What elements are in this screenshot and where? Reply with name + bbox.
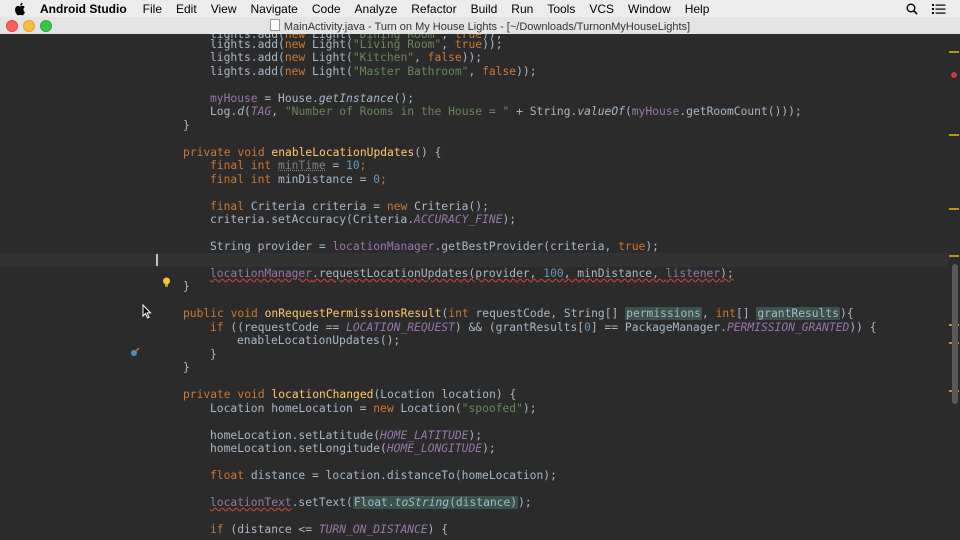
menu-bar: Android Studio File Edit View Navigate C… (0, 0, 960, 18)
menu-file[interactable]: File (143, 2, 162, 16)
code-line: Location homeLocation = new Location("sp… (210, 402, 537, 415)
code-line: criteria.setAccuracy(Criteria.ACCURACY_F… (210, 213, 517, 226)
current-line-highlight (0, 253, 960, 267)
code-editor[interactable]: lights.add(new Light("Dining Room", true… (0, 34, 960, 540)
code-line: homeLocation.setLatitude(HOME_LATITUDE); (210, 429, 483, 442)
code-line: final int minTime = 10; (210, 159, 367, 172)
code-line: locationManager.requestLocationUpdates(p… (210, 267, 734, 280)
code-line: if ((requestCode == LOCATION_REQUEST) &&… (210, 321, 877, 334)
code-line: if (distance <= TURN_ON_DISTANCE) { (210, 523, 449, 536)
code-line: } (183, 119, 190, 132)
code-line: lights.add(new Light("Master Bathroom", … (210, 65, 537, 78)
code-line: enableLocationUpdates(); (237, 334, 401, 347)
code-line: lights.add(new Light("Kitchen", false)); (210, 51, 483, 64)
menu-code[interactable]: Code (312, 2, 341, 16)
window-title: MainActivity.java - Turn on My House Lig… (0, 19, 960, 33)
code-line: private void enableLocationUpdates() { (183, 146, 442, 159)
window-title-bar: MainActivity.java - Turn on My House Lig… (0, 17, 960, 35)
warning-marker[interactable] (949, 134, 959, 136)
code-line: final Criteria criteria = new Criteria()… (210, 200, 489, 213)
code-line: String provider = locationManager.getBes… (210, 240, 659, 253)
menu-edit[interactable]: Edit (176, 2, 197, 16)
code-line: } (210, 348, 217, 361)
menu-build[interactable]: Build (471, 2, 498, 16)
app-name-menu[interactable]: Android Studio (40, 2, 127, 16)
override-method-icon[interactable] (130, 344, 140, 362)
code-line: } (183, 361, 190, 374)
text-caret (156, 254, 158, 266)
menu-analyze[interactable]: Analyze (355, 2, 398, 16)
menu-navigate[interactable]: Navigate (250, 2, 297, 16)
code-line: locationText.setText(Float.toString(dist… (210, 496, 532, 509)
warning-marker[interactable] (949, 208, 959, 210)
menu-tools[interactable]: Tools (547, 2, 575, 16)
menu-view[interactable]: View (211, 2, 237, 16)
code-line: private void locationChanged(Location lo… (183, 388, 517, 401)
code-line: Log.d(TAG, "Number of Rooms in the House… (210, 105, 802, 118)
java-file-icon (269, 19, 280, 31)
code-line: float distance = location.distanceTo(hom… (210, 469, 557, 482)
warning-marker[interactable] (949, 51, 959, 53)
search-icon[interactable] (906, 3, 918, 15)
warning-marker[interactable] (949, 255, 959, 257)
code-line: lights.add(new Light("Living Room", true… (210, 38, 503, 51)
scrollbar-thumb[interactable] (952, 264, 958, 404)
code-line: } (183, 280, 190, 293)
code-line: myHouse = House.getInstance(); (210, 92, 415, 105)
mouse-pointer-icon (142, 303, 152, 324)
list-icon[interactable] (932, 3, 946, 15)
menu-help[interactable]: Help (685, 2, 710, 16)
menu-vcs[interactable]: VCS (589, 2, 614, 16)
error-indicator-icon[interactable] (951, 72, 957, 78)
lightbulb-icon[interactable] (162, 275, 171, 293)
code-line: public void onRequestPermissionsResult(i… (183, 307, 854, 320)
menu-run[interactable]: Run (511, 2, 533, 16)
code-line: homeLocation.setLongitude(HOME_LONGITUDE… (210, 442, 496, 455)
code-line: final int minDistance = 0; (210, 173, 387, 186)
editor-scrollbar[interactable] (948, 34, 960, 540)
menu-window[interactable]: Window (628, 2, 671, 16)
apple-icon[interactable] (14, 2, 28, 16)
menu-refactor[interactable]: Refactor (411, 2, 456, 16)
window-title-text: MainActivity.java - Turn on My House Lig… (283, 21, 691, 33)
